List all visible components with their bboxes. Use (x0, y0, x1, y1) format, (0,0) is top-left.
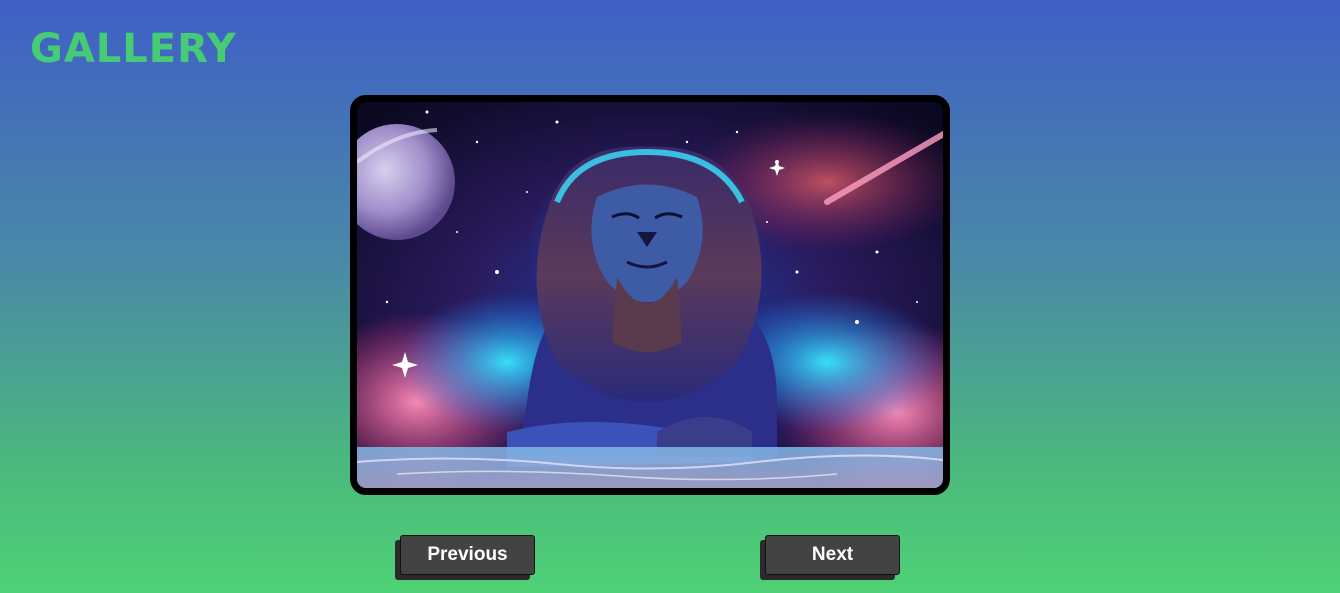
gallery-image-frame (350, 95, 950, 495)
gallery-logo: GALLERY (30, 26, 237, 72)
previous-button[interactable]: Previous (400, 535, 535, 575)
gallery-image (357, 102, 943, 488)
next-button[interactable]: Next (765, 535, 900, 575)
